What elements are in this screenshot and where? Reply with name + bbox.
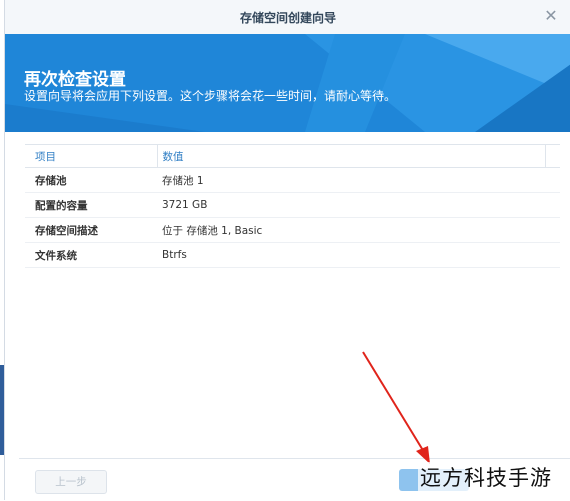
table-row: 配置的容量 3721 GB bbox=[25, 192, 560, 218]
row-value: 存储池 1 bbox=[157, 167, 560, 193]
table-row: 存储池 存储池 1 bbox=[25, 167, 560, 193]
row-key: 存储空间描述 bbox=[25, 217, 157, 243]
header-item[interactable]: 项目 bbox=[25, 144, 157, 168]
row-value: 3721 GB bbox=[157, 192, 560, 218]
header-value[interactable]: 数值 bbox=[156, 144, 546, 168]
row-value: Btrfs bbox=[157, 242, 560, 268]
row-key: 配置的容量 bbox=[25, 192, 157, 218]
header-spacer bbox=[545, 144, 560, 168]
table-row: 存储空间描述 位于 存储池 1, Basic bbox=[25, 217, 560, 243]
dialog-titlebar[interactable]: 存储空间创建向导 ✕ bbox=[5, 0, 570, 35]
wizard-banner: 再次检查设置 设置向导将会应用下列设置。这个步骤将会花一些时间，请耐心等待。 bbox=[5, 34, 570, 132]
row-value: 位于 存储池 1, Basic bbox=[157, 217, 560, 243]
banner-subtitle: 设置向导将会应用下列设置。这个步骤将会花一些时间，请耐心等待。 bbox=[24, 89, 397, 103]
table-row: 文件系统 Btrfs bbox=[25, 242, 560, 268]
dialog-title: 存储空间创建向导 bbox=[239, 11, 336, 25]
row-key: 存储池 bbox=[25, 167, 157, 193]
settings-summary-table: 项目 数值 存储池 存储池 1 配置的容量 3721 GB 存储空间描述 位于 … bbox=[25, 144, 560, 268]
row-key: 文件系统 bbox=[25, 242, 157, 268]
wizard-dialog: 存储空间创建向导 ✕ 再次检查设置 设置向导将会应用下列设置。这个步骤将会花一些… bbox=[4, 0, 570, 501]
previous-step-button[interactable]: 上一步 bbox=[35, 470, 107, 494]
close-icon[interactable]: ✕ bbox=[541, 6, 561, 26]
table-header-row: 项目 数值 bbox=[25, 144, 560, 168]
watermark-text: 远方科技手游 bbox=[418, 462, 554, 492]
